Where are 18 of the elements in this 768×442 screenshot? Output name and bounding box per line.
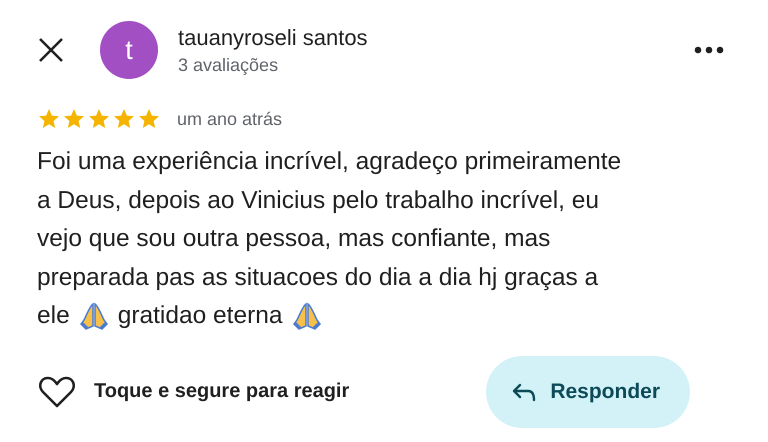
review-text: Foi uma experiência incrível, agradeço primeiramente [37,147,622,177]
reviewer-name[interactable]: tauanyroseli santos [178,24,694,50]
review-count: 3 avaliações [178,54,280,76]
reply-button[interactable]: Responder [486,356,690,428]
reply-icon [512,382,536,402]
praying-hands-icon [78,300,110,332]
avatar[interactable]: t [100,21,158,79]
review-text: a Deus, depois ao Vinicius pelo trabalho incrível, eu [37,186,600,216]
review-text: ele [37,301,70,331]
review-text: gratidao eterna [118,301,283,331]
review-text: vejo que sou outra pessoa, mas confiante, mas [37,224,552,254]
praying-hands-icon [290,300,323,332]
close-icon[interactable] [38,37,64,63]
heart-icon[interactable] [38,374,76,408]
more-icon[interactable] [694,46,724,54]
review-text: preparada pas as situacoes do dia a dia hj graças a [37,262,600,292]
review-time: um ano atrás [177,108,282,130]
react-hint: Toque e segure para reagir [94,380,350,403]
